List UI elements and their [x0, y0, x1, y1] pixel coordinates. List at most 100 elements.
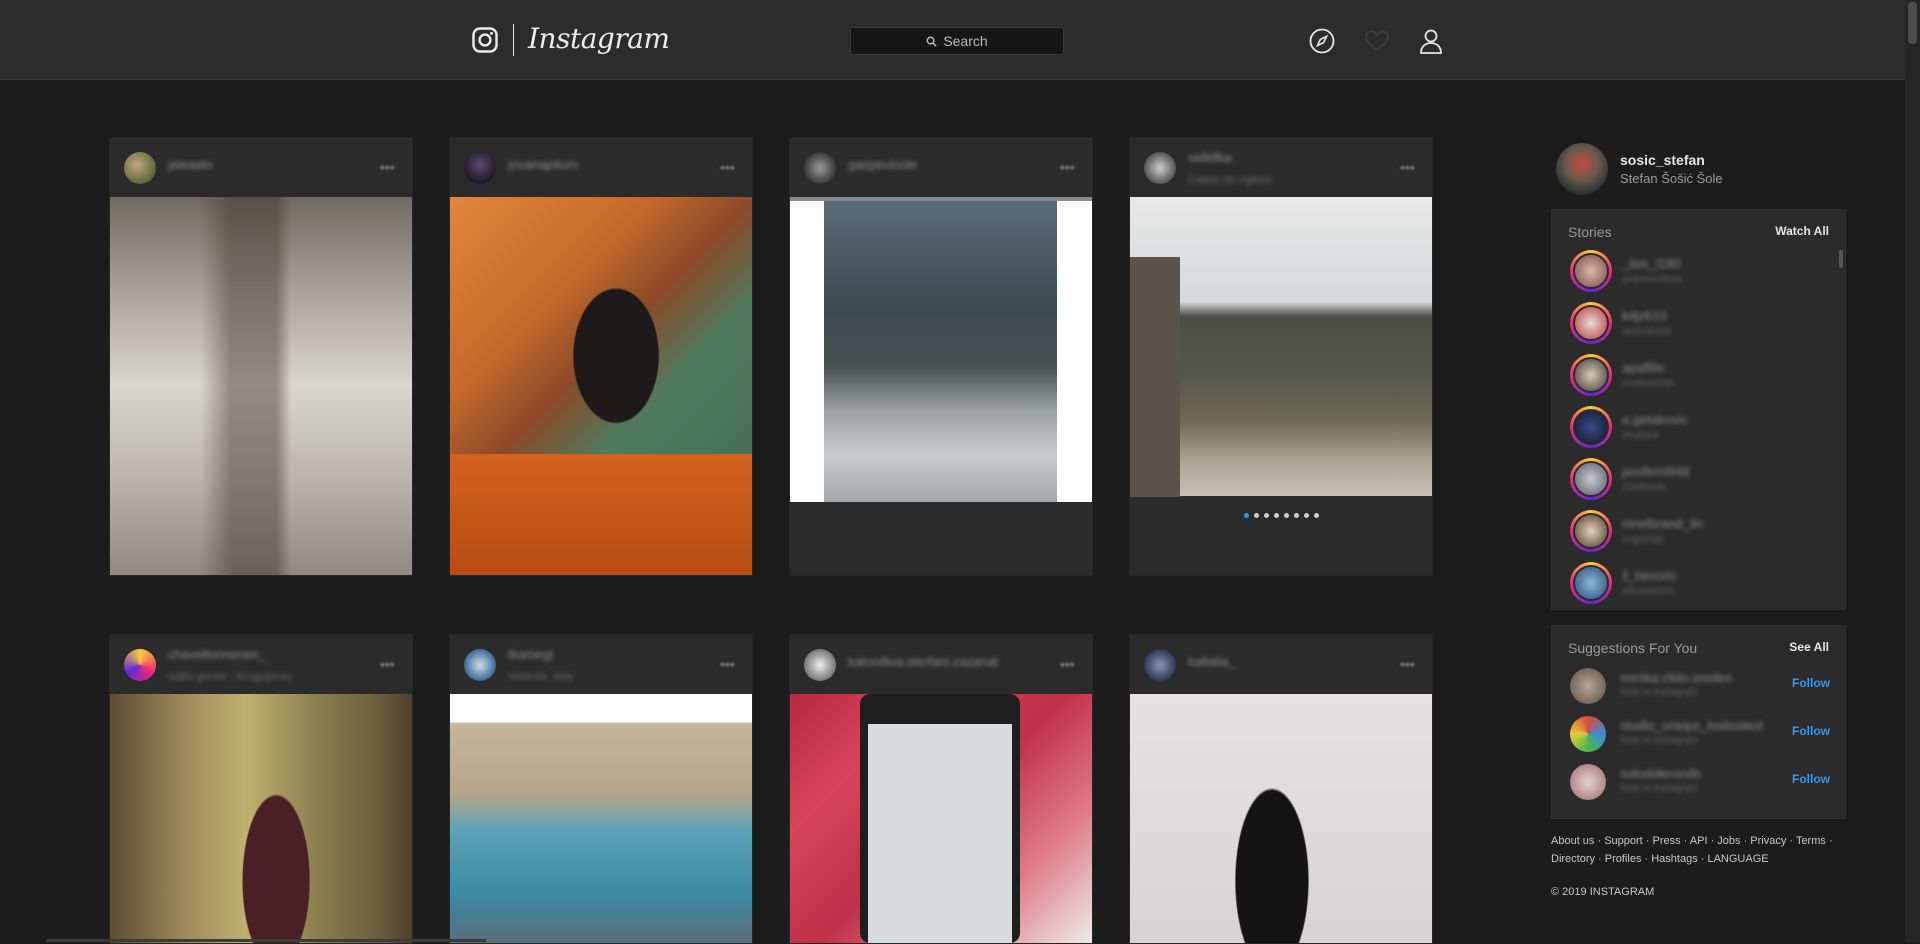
- post-header: chavellonnenen_ walla gemer - Kragujevac…: [110, 635, 412, 694]
- story-username: _ilos_l180: [1622, 256, 1681, 271]
- search-placeholder: Search: [943, 33, 988, 49]
- post-header: kaltalia_ •••: [1130, 635, 1432, 694]
- more-options-icon[interactable]: •••: [1400, 657, 1418, 671]
- avatar[interactable]: [1570, 668, 1606, 704]
- see-all-button[interactable]: See All: [1789, 640, 1829, 654]
- story-item[interactable]: il_bevoric alfcoodcent: [1570, 562, 1830, 606]
- suggestion-username[interactable]: vorska.clido.oredes: [1620, 670, 1732, 685]
- story-username: apaflilic: [1622, 360, 1666, 375]
- my-avatar[interactable]: [1556, 143, 1608, 195]
- post-image[interactable]: [1130, 694, 1432, 943]
- footer-links-line-1[interactable]: About us · Support · Press · API · Jobs …: [1551, 832, 1841, 850]
- more-options-icon[interactable]: •••: [1060, 657, 1078, 671]
- more-options-icon[interactable]: •••: [1400, 160, 1418, 174]
- instagram-wordmark[interactable]: Instagram: [528, 22, 670, 55]
- profile-icon[interactable]: [1417, 27, 1445, 55]
- stories-scrollbar[interactable]: [1839, 250, 1843, 268]
- suggestion-username[interactable]: solodoleronds: [1620, 766, 1701, 781]
- post-card: kaltalia_ •••: [1129, 634, 1433, 944]
- carousel-dots[interactable]: [1130, 513, 1432, 518]
- post-location[interactable]: walla gemer - Kragujevac: [168, 671, 292, 683]
- suggestion-note: New to Instagram: [1620, 735, 1699, 746]
- story-time: noclnocerte: [1622, 378, 1674, 389]
- post-header: velkifka Caleta de vigliani •••: [1130, 138, 1432, 197]
- post-username[interactable]: velkifka: [1188, 150, 1231, 165]
- post-username[interactable]: jovanajotum: [508, 157, 578, 172]
- follow-button[interactable]: Follow: [1792, 772, 1830, 786]
- story-item[interactable]: _ilos_l180 pnenstrcdone: [1570, 250, 1830, 294]
- post-username[interactable]: gaspevinole: [848, 157, 917, 172]
- post-image[interactable]: [790, 694, 1092, 943]
- post-location[interactable]: Venezia, Italy: [508, 671, 573, 683]
- more-options-icon[interactable]: •••: [380, 657, 398, 671]
- story-time: nintcobontt: [1622, 326, 1671, 337]
- phone-photo: [860, 694, 1020, 943]
- post-card: tkamegi Venezia, Italy •••: [449, 634, 753, 944]
- post-image[interactable]: [450, 694, 752, 943]
- story-item[interactable]: apaflilic noclnocerte: [1570, 354, 1830, 398]
- story-username: a.getakovic: [1622, 412, 1688, 427]
- story-username: il_bevoric: [1622, 568, 1677, 583]
- post-image[interactable]: [1130, 197, 1432, 497]
- castle-tower: [1130, 257, 1180, 497]
- footer-links-line-2[interactable]: Directory · Profiles · Hashtags · LANGUA…: [1551, 850, 1841, 868]
- suggestions-title: Suggestions For You: [1568, 640, 1698, 656]
- avatar[interactable]: [124, 649, 156, 681]
- avatar[interactable]: [1570, 716, 1606, 752]
- post-username[interactable]: tkamegi: [508, 647, 554, 662]
- post-image[interactable]: [450, 197, 752, 575]
- avatar[interactable]: [1144, 152, 1176, 184]
- more-options-icon[interactable]: •••: [1060, 160, 1078, 174]
- follow-button[interactable]: Follow: [1792, 724, 1830, 738]
- suggestion-note: New to Instagram: [1620, 687, 1699, 698]
- scrollbar-thumb[interactable]: [1908, 2, 1917, 44]
- footer-links[interactable]: About us · Support · Press · API · Jobs …: [1551, 832, 1841, 868]
- avatar[interactable]: [464, 649, 496, 681]
- story-username: kdjz610: [1622, 308, 1667, 323]
- follow-button[interactable]: Follow: [1792, 676, 1830, 690]
- post-header: jovanajotum •••: [450, 138, 752, 197]
- more-options-icon[interactable]: •••: [720, 657, 738, 671]
- copyright: © 2019 INSTAGRAM: [1551, 886, 1655, 898]
- more-options-icon[interactable]: •••: [380, 160, 398, 174]
- post-username[interactable]: kaltalia_: [1188, 654, 1236, 669]
- suggestion-item: solodoleronds New to Instagram Follow: [1570, 762, 1830, 802]
- post-image[interactable]: [110, 197, 412, 575]
- story-username: poofeml948: [1622, 464, 1690, 479]
- my-username[interactable]: sosic_stefan: [1620, 152, 1705, 168]
- post-username[interactable]: jaleaalo: [168, 157, 213, 172]
- post-image[interactable]: [110, 694, 412, 943]
- suggestions-panel: Suggestions For You See All vorska.clido…: [1551, 625, 1846, 819]
- avatar[interactable]: [1144, 649, 1176, 681]
- instagram-camera-icon[interactable]: [472, 27, 498, 53]
- suggestion-note: New to Instagram: [1620, 783, 1699, 794]
- post-image[interactable]: [790, 197, 1092, 502]
- heart-icon[interactable]: [1363, 27, 1391, 55]
- story-item[interactable]: ninelbraod_lin nngcerigt: [1570, 510, 1830, 554]
- post-username[interactable]: kalondiva.sterfani.zazanal: [848, 654, 998, 669]
- story-item[interactable]: poofeml948 11tlaluvds: [1570, 458, 1830, 502]
- story-item[interactable]: kdjz610 nintcobontt: [1570, 302, 1830, 346]
- suggestion-username[interactable]: studio_orieips_kodsolent: [1620, 718, 1763, 733]
- page-scrollbar[interactable]: [1905, 0, 1920, 942]
- post-username[interactable]: chavellonnenen_: [168, 647, 266, 662]
- story-time: pnenstrcdone: [1622, 274, 1683, 285]
- avatar[interactable]: [804, 649, 836, 681]
- post-header: jaleaalo •••: [110, 138, 412, 197]
- compass-icon[interactable]: [1308, 27, 1336, 55]
- watch-all-button[interactable]: Watch All: [1775, 224, 1829, 238]
- post-header: kalondiva.sterfani.zazanal •••: [790, 635, 1092, 694]
- post-location[interactable]: Caleta de vigliani: [1188, 174, 1272, 186]
- avatar[interactable]: [804, 152, 836, 184]
- story-item[interactable]: a.getakovic nhulcine: [1570, 406, 1830, 450]
- post-card: jovanajotum •••: [449, 137, 753, 576]
- avatar[interactable]: [1570, 764, 1606, 800]
- story-username: ninelbraod_lin: [1622, 516, 1703, 531]
- avatar[interactable]: [124, 152, 156, 184]
- story-time: alfcoodcent: [1622, 586, 1674, 597]
- more-options-icon[interactable]: •••: [720, 160, 738, 174]
- suggestion-item: studio_orieips_kodsolent New to Instagra…: [1570, 714, 1830, 754]
- avatar[interactable]: [464, 152, 496, 184]
- search-input[interactable]: Search: [850, 27, 1064, 55]
- stories-panel: Stories Watch All _ilos_l180 pnenstrcdon…: [1551, 209, 1846, 610]
